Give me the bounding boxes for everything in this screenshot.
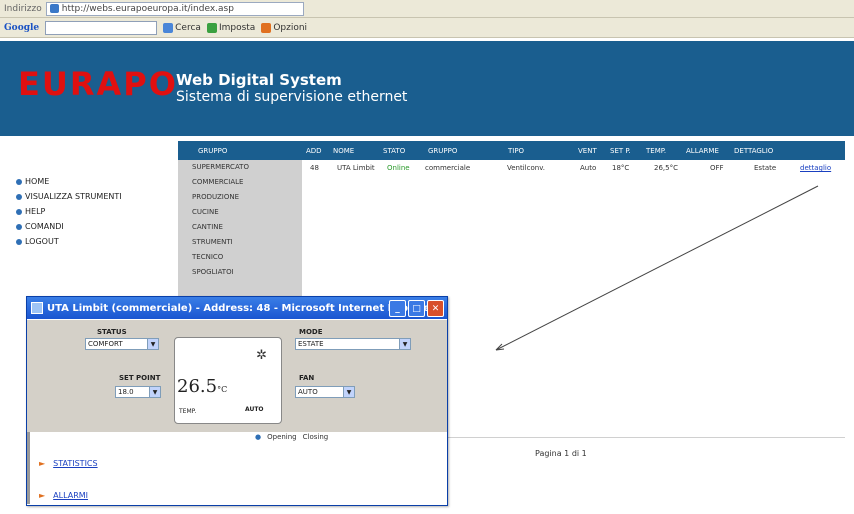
mode-value: ESTATE [298, 340, 324, 348]
thermostat-display: ✲ 26.5°C TEMP. AUTO [174, 337, 282, 424]
status-value: COMFORT [88, 340, 123, 348]
valve-status: ● Opening Closing [255, 433, 328, 441]
popup-links: ► STATISTICS ► ALLARMI [39, 447, 98, 511]
chevron-down-icon: ▼ [343, 387, 354, 397]
fan-label: FAN [299, 374, 315, 382]
fan-value: AUTO [298, 388, 318, 396]
alarms-link[interactable]: ALLARMI [53, 491, 88, 500]
status-label: STATUS [97, 328, 127, 336]
bullet-icon: ● [255, 433, 262, 441]
footer-divider [428, 437, 845, 438]
chevron-down-icon: ▼ [149, 387, 160, 397]
setpoint-select[interactable]: 18.0 ▼ [115, 386, 161, 398]
statistics-link[interactable]: STATISTICS [53, 459, 97, 468]
chevron-down-icon: ▼ [147, 339, 158, 349]
temperature-unit: °C [217, 385, 228, 394]
pagination-text: Pagina 1 di 1 [535, 449, 587, 458]
arrow-bullet-icon: ► [39, 490, 46, 500]
detail-popup-window: UTA Limbit (commerciale) - Address: 48 -… [26, 296, 448, 506]
minimize-button[interactable]: _ [389, 300, 406, 317]
status-select[interactable]: COMFORT ▼ [85, 338, 159, 350]
close-button[interactable]: ✕ [427, 300, 444, 317]
maximize-button[interactable]: □ [408, 300, 425, 317]
popup-title: UTA Limbit (commerciale) - Address: 48 -… [47, 302, 435, 314]
scrollbar[interactable] [27, 432, 30, 504]
opening-label: Opening [267, 433, 297, 441]
popup-control-panel: STATUS COMFORT ▼ MODE ESTATE ▼ SET POINT… [27, 320, 447, 432]
fan-select[interactable]: AUTO ▼ [295, 386, 355, 398]
sun-icon: ✲ [256, 348, 267, 363]
chevron-down-icon: ▼ [399, 339, 410, 349]
display-fan-label: AUTO [245, 406, 264, 413]
alarms-link-row: ► ALLARMI [39, 479, 98, 511]
arrow-bullet-icon: ► [39, 458, 46, 468]
closing-label: Closing [302, 433, 329, 441]
mode-label: MODE [299, 328, 323, 336]
temperature-value: 26.5 [177, 376, 218, 397]
setpoint-value: 18.0 [118, 388, 134, 396]
setpoint-label: SET POINT [119, 374, 161, 382]
ie-page-icon [31, 302, 43, 314]
popup-titlebar[interactable]: UTA Limbit (commerciale) - Address: 48 -… [27, 297, 447, 319]
mode-select[interactable]: ESTATE ▼ [295, 338, 411, 350]
display-temp-label: TEMP. [179, 408, 197, 415]
statistics-link-row: ► STATISTICS [39, 447, 98, 479]
temperature-readout: 26.5°C [177, 376, 227, 397]
